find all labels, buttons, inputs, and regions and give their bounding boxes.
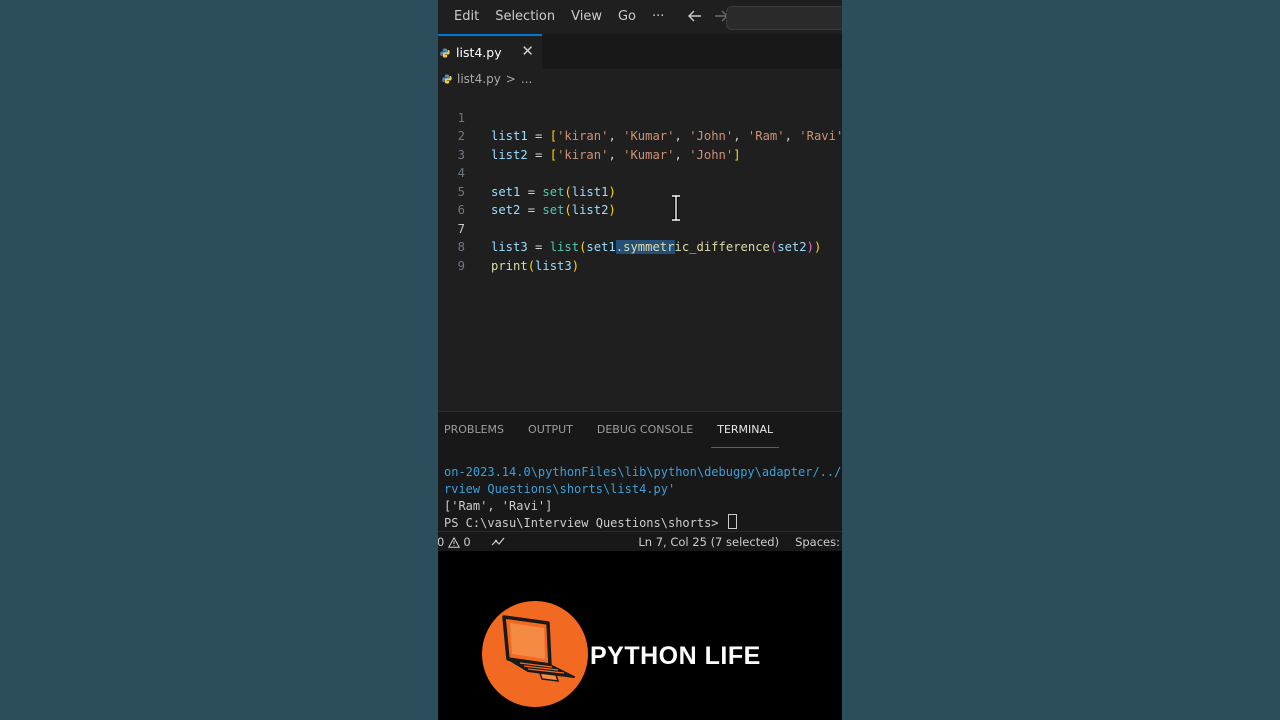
code-line: 4 set1 = set(list1) [438, 146, 842, 199]
breadcrumb-symbols[interactable]: ... [521, 72, 532, 86]
channel-branding: PYTHON LIFE [438, 551, 842, 720]
tab-problems[interactable]: PROBLEMS [438, 413, 510, 447]
tab-output[interactable]: OUTPUT [522, 413, 579, 447]
menu-more-button[interactable]: ··· [644, 0, 672, 34]
code-line: 2 list2 = ['kiran', 'Kumar', 'John'] [438, 109, 842, 162]
bottom-panel: PROBLEMS OUTPUT DEBUG CONSOLE TERMINAL o… [438, 411, 842, 532]
tab-label: list4.py [456, 45, 502, 60]
python-icon [442, 74, 452, 84]
menu-bar: Edit Selection View Go ··· [438, 0, 842, 34]
breadcrumb-file[interactable]: list4.py [457, 72, 501, 86]
arrow-left-icon[interactable] [682, 8, 708, 26]
terminal-prompt: PS C:\vasu\Interview Questions\shorts> [444, 516, 726, 531]
terminal-cursor [727, 514, 737, 530]
terminal-line: rview Questions\shorts\list4.py' [444, 481, 676, 496]
code-line: 6 [438, 183, 842, 217]
code-text: print(list3) [491, 258, 580, 273]
laptop-icon [502, 615, 575, 682]
code-line: 5 set2 = set(list2) [438, 164, 842, 218]
chevron-right-icon: > [505, 72, 516, 86]
error-count[interactable]: 0 [438, 535, 444, 549]
menu-view[interactable]: View [563, 0, 610, 34]
tab-debug-console[interactable]: DEBUG CONSOLE [591, 413, 699, 447]
logo [482, 601, 588, 707]
code-editor[interactable]: 1 list1 = ['kiran', 'Kumar', 'John', 'Ra… [438, 89, 842, 411]
breadcrumb: list4.py > ... [438, 69, 842, 89]
video-frame: Edit Selection View Go ··· list4.py ✕ li… [438, 0, 842, 720]
python-icon [440, 48, 450, 57]
cursor-position[interactable]: Ln 7, Col 25 (7 selected) [638, 535, 779, 549]
menu-go[interactable]: Go [610, 0, 644, 34]
status-bar: 0 0 Ln 7, Col 25 (7 selected) Spaces: [438, 531, 842, 552]
menu-edit[interactable]: Edit [438, 0, 487, 34]
command-center-search[interactable] [726, 6, 842, 30]
text-cursor-icon [672, 195, 680, 221]
ports-icon[interactable] [491, 536, 505, 548]
editor-tab-bar: list4.py ✕ [438, 34, 842, 70]
code-line: 3 [438, 127, 842, 162]
terminal-line: on-2023.14.0\pythonFiles\lib\python\debu… [444, 465, 842, 479]
terminal-prompt-line: PS C:\vasu\Interview Questions\shorts> [444, 514, 842, 531]
code-line: 7 list3 = list(set1.symmetric_difference… [438, 201, 842, 254]
menu-selection[interactable]: Selection [487, 0, 563, 34]
terminal-line: ['Ram', 'Ravi'] [444, 498, 553, 513]
warning-icon [448, 536, 461, 548]
tab-terminal[interactable]: TERMINAL [711, 413, 780, 448]
brand-title: PYTHON LIFE [590, 642, 761, 670]
panel-tabs: PROBLEMS OUTPUT DEBUG CONSOLE TERMINAL [438, 412, 842, 448]
tab-list4-py[interactable]: list4.py ✕ [438, 34, 542, 69]
code-line: 9 [438, 238, 842, 273]
terminal-output[interactable]: on-2023.14.0\pythonFiles\lib\python\debu… [444, 464, 842, 531]
indentation-setting[interactable]: Spaces: [795, 535, 840, 549]
line-number: 9 [457, 258, 465, 273]
close-icon[interactable]: ✕ [521, 42, 534, 60]
warning-count[interactable]: 0 [463, 535, 470, 549]
code-line: 1 list1 = ['kiran', 'Kumar', 'John', 'Ra… [438, 90, 842, 144]
code-line: 8 print(list3) [438, 220, 842, 273]
